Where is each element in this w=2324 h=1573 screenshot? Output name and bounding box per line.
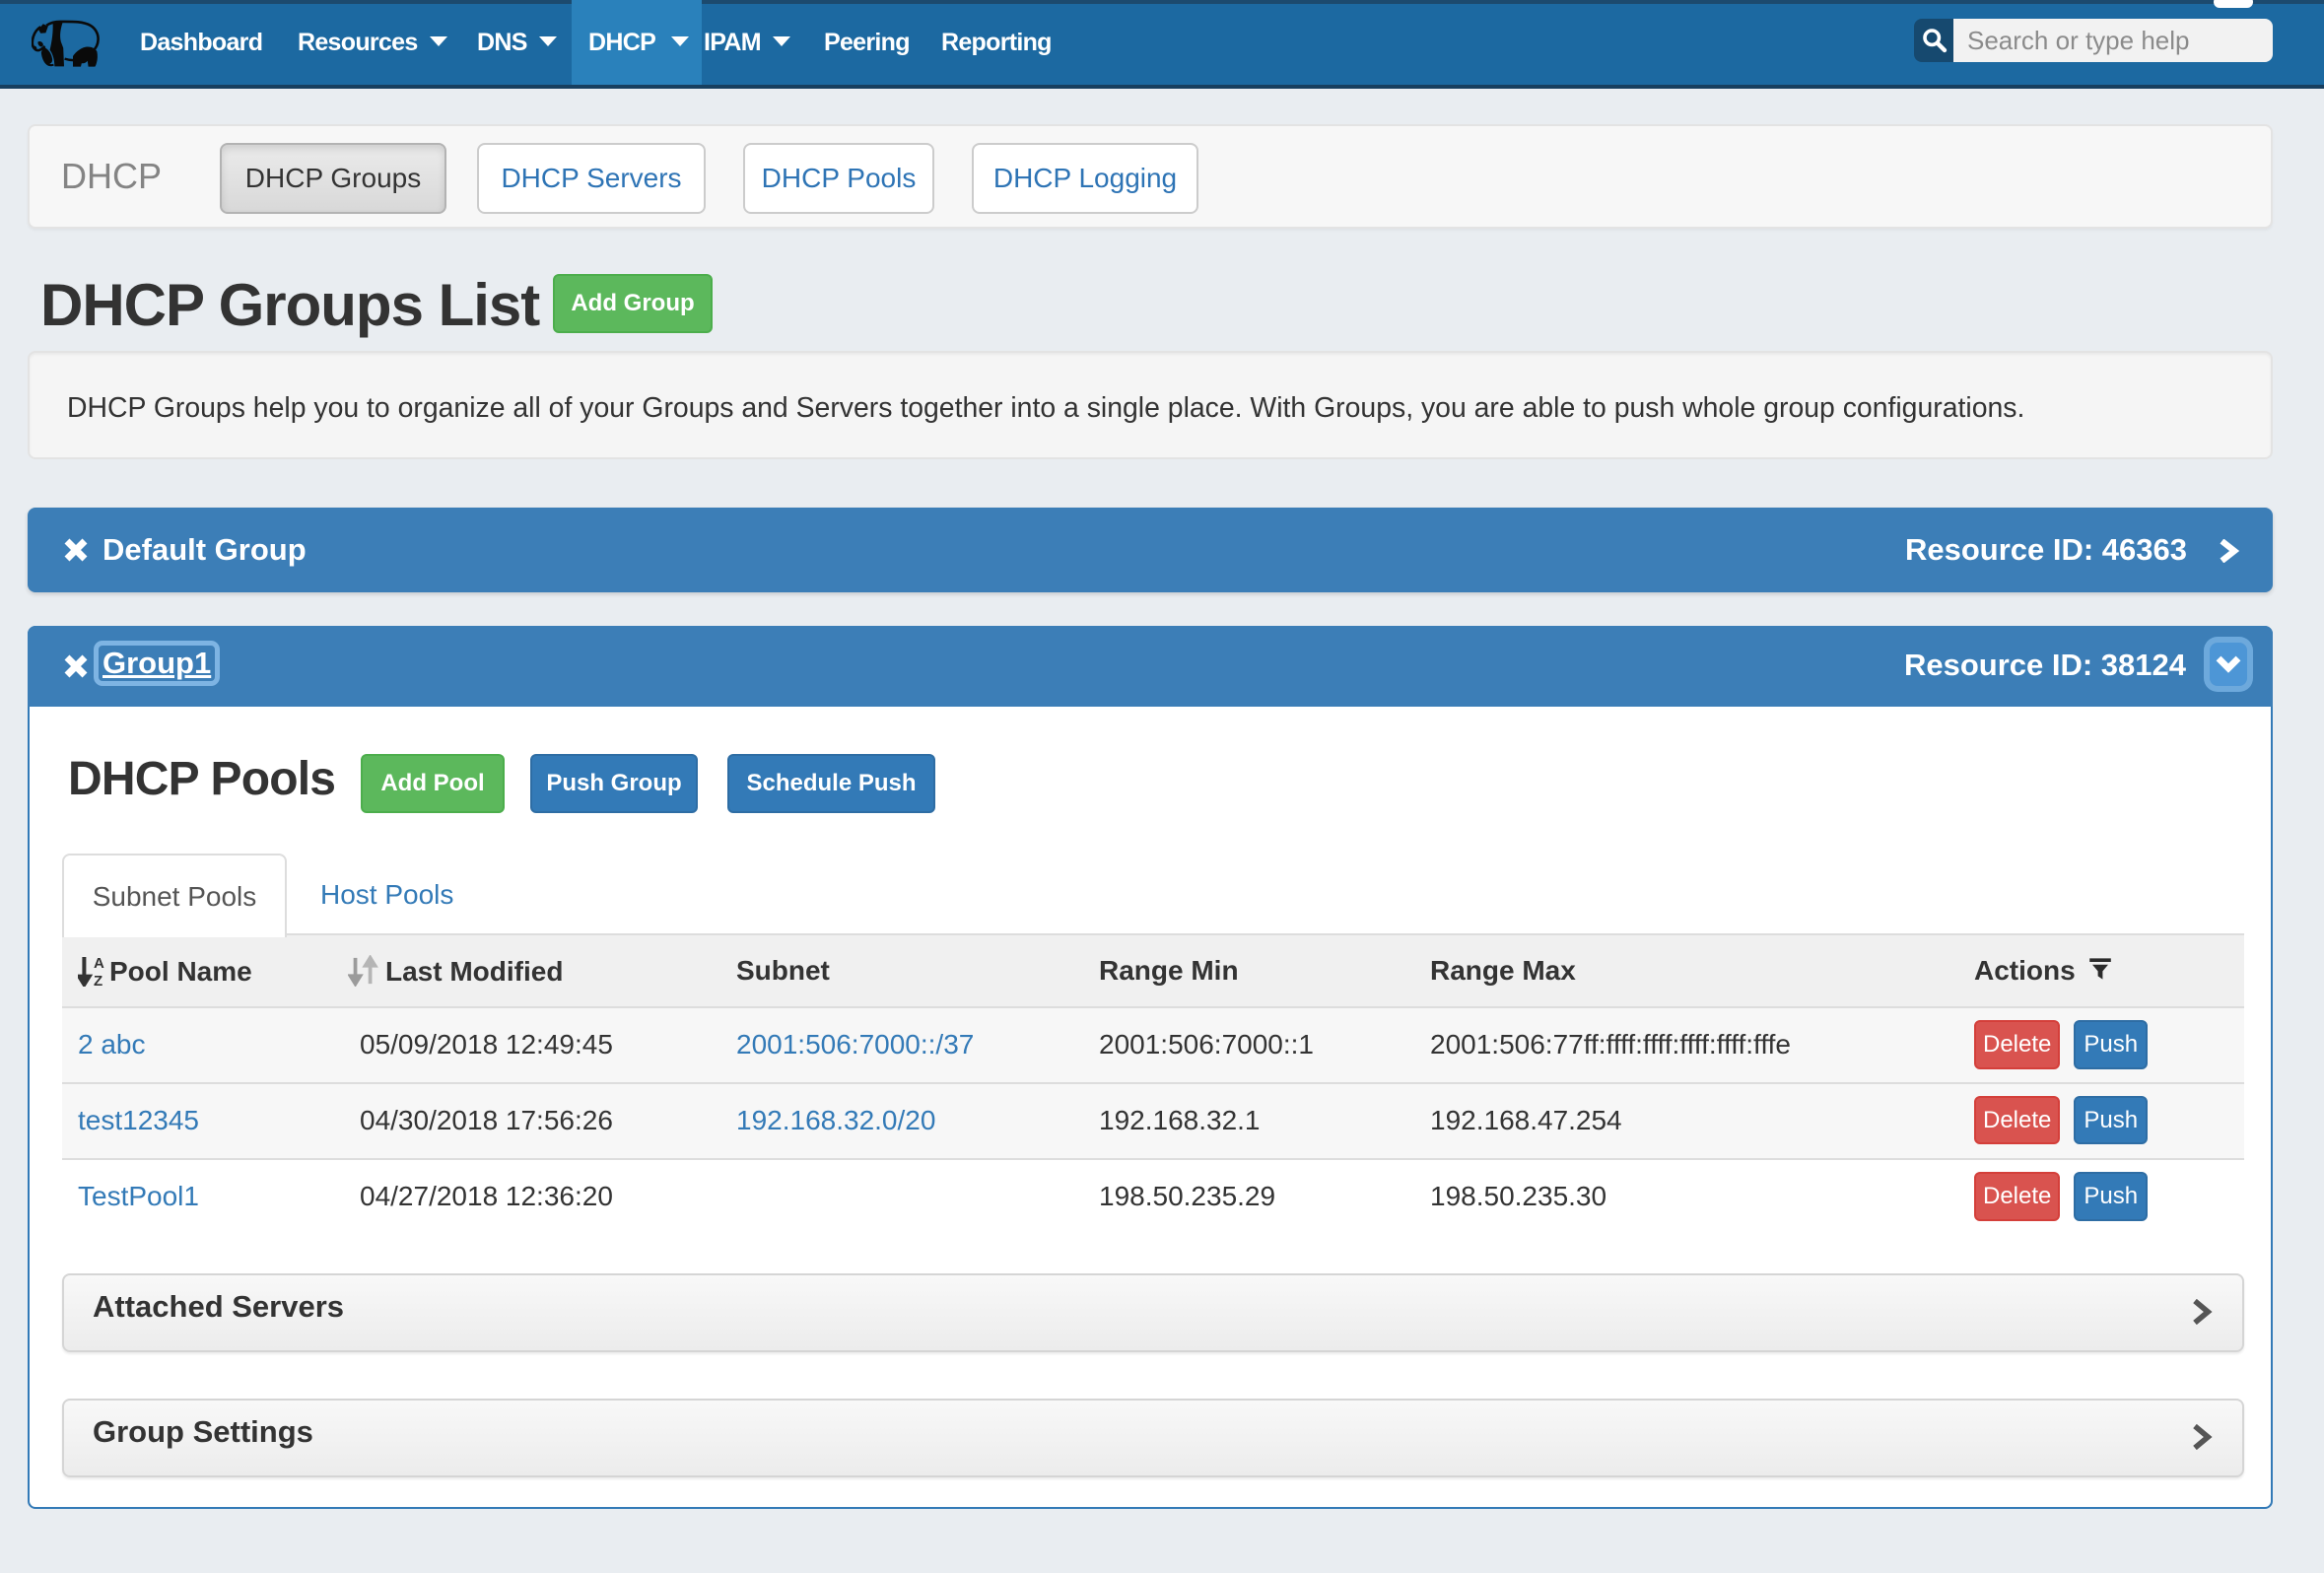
svg-text:Z: Z bbox=[94, 973, 103, 987]
svg-text:A: A bbox=[94, 955, 104, 972]
